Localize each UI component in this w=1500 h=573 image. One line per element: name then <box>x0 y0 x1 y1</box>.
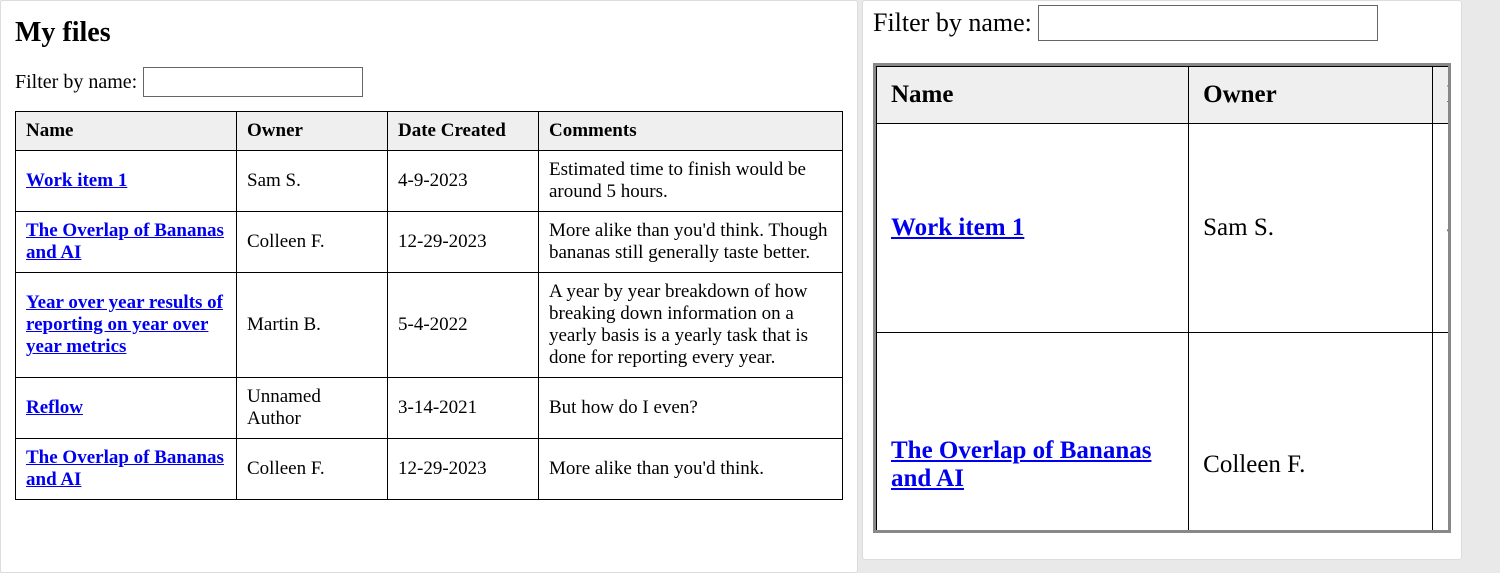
col-comments: Comments <box>539 112 843 151</box>
date-cell: 5-4-2022 <box>388 273 539 378</box>
comments-cell: More alike than you'd think. Though bana… <box>539 212 843 273</box>
comments-cell: More alike than you'd think. <box>539 439 843 500</box>
date-cell: 4-9-2023 <box>1433 124 1452 333</box>
filter-row: Filter by name: <box>15 67 843 97</box>
right-pane: Filter by name: Name Owner Date Created … <box>862 0 1462 560</box>
table-row: The Overlap of Bananas and AI Colleen F.… <box>877 333 1452 534</box>
owner-cell: Martin B. <box>237 273 388 378</box>
filter-input[interactable] <box>143 67 363 97</box>
table-header-row: Name Owner Date Created Comments <box>16 112 843 151</box>
file-link[interactable]: The Overlap of Bananas and AI <box>891 437 1151 492</box>
date-cell: 3-14-2021 <box>388 378 539 439</box>
date-cell: 4-9-2023 <box>388 151 539 212</box>
right-pane-outer[interactable]: Filter by name: Name Owner Date Created … <box>858 0 1500 573</box>
file-link[interactable]: The Overlap of Bananas and AI <box>26 220 224 263</box>
table-row: Work item 1 Sam S. 4-9-2023 Estimated ti… <box>877 124 1452 333</box>
left-pane: My files Filter by name: Name Owner Date… <box>0 0 858 573</box>
file-link[interactable]: Reflow <box>26 397 83 418</box>
comments-cell: Estimated time to finish would be around… <box>539 151 843 212</box>
col-owner: Owner <box>237 112 388 151</box>
file-link[interactable]: The Overlap of Bananas and AI <box>26 447 224 490</box>
file-link[interactable]: Year over year results of reporting on y… <box>26 292 223 357</box>
date-cell: 12-29-2023 <box>388 212 539 273</box>
filter-label-right: Filter by name: <box>873 8 1032 38</box>
owner-cell: Unnamed Author <box>237 378 388 439</box>
table-row: Reflow Unnamed Author 3-14-2021 But how … <box>16 378 843 439</box>
files-table-scroll[interactable]: Name Owner Date Created Comments Work it… <box>873 63 1451 533</box>
filter-label: Filter by name: <box>15 71 137 94</box>
page-title: My files <box>15 17 843 49</box>
owner-cell: Sam S. <box>237 151 388 212</box>
table-row: Year over year results of reporting on y… <box>16 273 843 378</box>
file-link[interactable]: Work item 1 <box>891 214 1024 241</box>
filter-row-right: Filter by name: <box>873 5 1451 41</box>
owner-cell: Colleen F. <box>237 439 388 500</box>
file-link[interactable]: Work item 1 <box>26 170 127 191</box>
owner-cell: Colleen F. <box>237 212 388 273</box>
owner-cell: Sam S. <box>1189 124 1433 333</box>
date-cell: 12-29-2023 <box>1433 333 1452 534</box>
date-cell: 12-29-2023 <box>388 439 539 500</box>
owner-cell: Colleen F. <box>1189 333 1433 534</box>
comments-cell: A year by year breakdown of how breaking… <box>539 273 843 378</box>
filter-input-right[interactable] <box>1038 5 1378 41</box>
col-date: Date Created <box>388 112 539 151</box>
col-owner: Owner <box>1189 67 1433 124</box>
files-table: Name Owner Date Created Comments Work it… <box>15 111 843 500</box>
table-row: The Overlap of Bananas and AI Colleen F.… <box>16 439 843 500</box>
col-date: Date Created <box>1433 67 1452 124</box>
files-table-large: Name Owner Date Created Comments Work it… <box>876 66 1451 533</box>
comments-cell: But how do I even? <box>539 378 843 439</box>
table-row: Work item 1 Sam S. 4-9-2023 Estimated ti… <box>16 151 843 212</box>
col-name: Name <box>16 112 237 151</box>
table-header-row: Name Owner Date Created Comments <box>877 67 1452 124</box>
col-name: Name <box>877 67 1189 124</box>
table-row: The Overlap of Bananas and AI Colleen F.… <box>16 212 843 273</box>
